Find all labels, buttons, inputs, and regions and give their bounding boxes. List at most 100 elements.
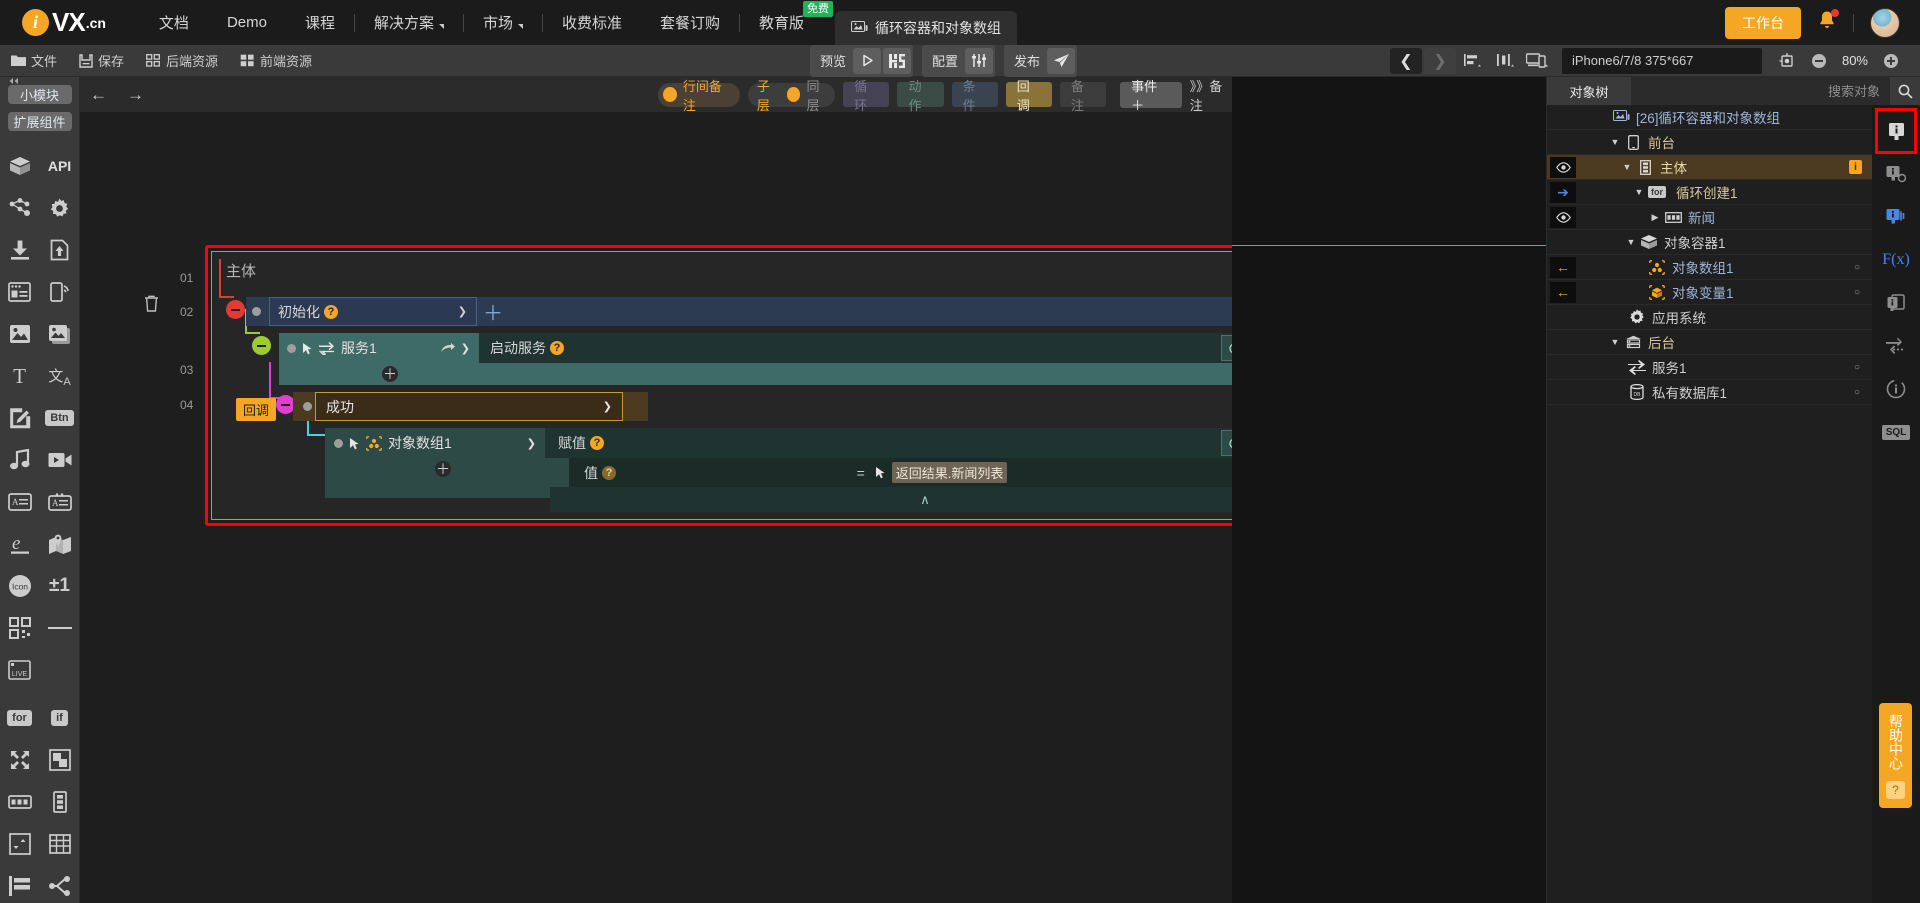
rail-item-translate[interactable]: 文A — [40, 355, 80, 397]
rail-item-line[interactable] — [40, 607, 80, 649]
help-center-button[interactable]: 帮助中心 ? — [1879, 703, 1912, 808]
chevron-down-icon[interactable]: ❯ — [527, 437, 536, 450]
save-button[interactable]: 保存 — [68, 45, 135, 77]
tag-condition[interactable]: 条件 — [951, 79, 998, 113]
history-back-button[interactable]: ❮ — [1389, 47, 1422, 74]
add-object-row-button[interactable]: ＋ — [435, 461, 451, 477]
flow-marker-start[interactable] — [226, 300, 245, 319]
rail-item-edit[interactable] — [0, 397, 40, 439]
file-button[interactable]: 文件 — [0, 45, 68, 77]
nav-item-solutions[interactable]: 解决方案 — [355, 0, 463, 45]
rail-item-list[interactable] — [40, 781, 80, 823]
refresh-button[interactable] — [1221, 430, 1232, 456]
nav-item-demo[interactable]: Demo — [208, 0, 286, 45]
value-expression[interactable]: 返回结果.新闻列表 — [891, 462, 1008, 483]
rail-item-share-nodes[interactable] — [0, 187, 40, 229]
collapse-rail-button[interactable] — [0, 77, 79, 85]
goto-button[interactable]: ➔ — [1550, 181, 1576, 203]
rail-item-for[interactable]: for — [0, 697, 40, 739]
rail-item-browser[interactable]: e — [0, 523, 40, 565]
distribute-button[interactable] — [1490, 47, 1520, 75]
exchange-button[interactable] — [1878, 326, 1914, 366]
info-settings-button[interactable] — [1878, 154, 1914, 194]
nav-item-education[interactable]: 教育版 免费 — [740, 0, 834, 45]
info-badge[interactable]: i — [1849, 160, 1862, 174]
rail-item-stepper[interactable]: ±1 — [40, 565, 80, 607]
rail-item-upload-file[interactable] — [40, 229, 80, 271]
tree-item-service1[interactable]: 服务1 ○ — [1547, 355, 1872, 380]
extension-components-button[interactable]: 扩展组件 — [7, 112, 72, 131]
move-left-button[interactable]: ← — [1550, 256, 1576, 278]
info-copy-button[interactable] — [1878, 283, 1914, 323]
rail-item-drag[interactable] — [0, 739, 40, 781]
help-icon[interactable]: ? — [550, 341, 564, 355]
rail-item-live[interactable]: LIVE — [0, 649, 40, 691]
chevron-down-icon[interactable]: ▼ — [1631, 187, 1647, 197]
frontend-resource-button[interactable]: 前端资源 — [229, 45, 323, 77]
nav-item-docs[interactable]: 文档 — [140, 0, 208, 45]
add-condition-button[interactable]: ＋ — [477, 297, 509, 326]
rail-item-table[interactable] — [40, 823, 80, 865]
tag-callback[interactable]: 回调 — [1005, 79, 1052, 113]
redo-button[interactable]: → — [117, 85, 154, 105]
workbench-button[interactable]: 工作台 — [1725, 6, 1801, 39]
rail-item-layer[interactable] — [40, 739, 80, 781]
rail-item-icon[interactable]: Icon — [0, 565, 40, 607]
snapshot-button[interactable] — [1772, 47, 1802, 75]
rail-item-map[interactable] — [40, 523, 80, 565]
help-icon[interactable]: ? — [590, 436, 604, 450]
info-history-button[interactable] — [1878, 369, 1914, 409]
object-target-select[interactable]: 对象数组1 ❯ — [325, 428, 545, 458]
layer-toggle[interactable]: 子层 同层 — [747, 79, 836, 113]
rail-item-if[interactable]: if — [40, 697, 80, 739]
sql-button[interactable]: SQL — [1878, 412, 1914, 452]
help-icon[interactable]: ? — [602, 465, 616, 480]
rail-item-gallery[interactable] — [40, 313, 80, 355]
chevron-right-icon[interactable]: ▶ — [1647, 212, 1663, 223]
tree-item-app-system[interactable]: 应用系统 — [1547, 305, 1872, 330]
tree-item-news[interactable]: ▶ 新闻 — [1547, 205, 1872, 230]
move-left-button[interactable]: ← — [1550, 281, 1576, 303]
rail-item-video[interactable] — [40, 439, 80, 481]
h5-preview-button[interactable] — [883, 47, 912, 74]
tree-item-private-db[interactable]: DB 私有数据库1 ○ — [1547, 380, 1872, 405]
zoom-out-button[interactable] — [1804, 47, 1834, 75]
refresh-button[interactable] — [1221, 335, 1232, 361]
visibility-toggle[interactable] — [1550, 156, 1576, 178]
chevron-down-icon[interactable]: ▼ — [1623, 237, 1639, 247]
tab-object-tree[interactable]: 对象树 — [1547, 77, 1631, 105]
chevron-down-icon[interactable]: ▼ — [1607, 337, 1623, 347]
tree-item-backend[interactable]: ▼ 后台 — [1547, 330, 1872, 355]
history-forward-button[interactable]: ❯ — [1423, 47, 1456, 74]
row-node-dot[interactable] — [252, 307, 261, 316]
brand-logo[interactable]: i VX .cn — [22, 7, 106, 38]
notifications-button[interactable] — [1817, 8, 1839, 36]
jump-icon[interactable] — [440, 342, 455, 354]
rail-item-music[interactable] — [0, 439, 40, 481]
align-button[interactable] — [1458, 47, 1488, 75]
backend-resource-button[interactable]: 后端资源 — [135, 45, 229, 77]
tree-item-object-variable[interactable]: ← 对象变量1 ○ — [1547, 280, 1872, 305]
tag-note[interactable]: 备注 — [1059, 79, 1107, 113]
tree-item-body[interactable]: ▼ 主体 i — [1547, 155, 1872, 180]
nav-item-market[interactable]: 市场 — [464, 0, 542, 45]
tree-item-app[interactable]: [26]循环容器和对象数组 — [1547, 105, 1872, 130]
rail-item-window[interactable] — [0, 271, 40, 313]
small-modules-button[interactable]: 小模块 — [7, 85, 72, 104]
collapse-block-button[interactable]: ∧ — [916, 492, 934, 507]
device-preview[interactable] — [1232, 77, 1546, 903]
rail-item-input[interactable]: A — [0, 481, 40, 523]
rail-item-settings[interactable] — [40, 187, 80, 229]
chevron-down-icon[interactable]: ❯ — [461, 342, 470, 355]
nav-item-subscription[interactable]: 套餐订购 — [641, 0, 739, 45]
tree-item-frontend[interactable]: ▼ 前台 — [1547, 130, 1872, 155]
info-stack-button[interactable] — [1878, 197, 1914, 237]
search-input[interactable] — [1631, 83, 1890, 99]
nav-item-pricing[interactable]: 收费标准 — [543, 0, 641, 45]
inline-note-toggle[interactable]: 行间备注 — [658, 79, 740, 113]
row-node-dot[interactable] — [287, 343, 296, 353]
chevron-down-icon[interactable]: ▼ — [1619, 162, 1635, 172]
rail-item-mobile-share[interactable] — [40, 271, 80, 313]
rail-item-sort[interactable] — [0, 823, 40, 865]
callback-tag[interactable]: 回调 — [236, 398, 277, 421]
